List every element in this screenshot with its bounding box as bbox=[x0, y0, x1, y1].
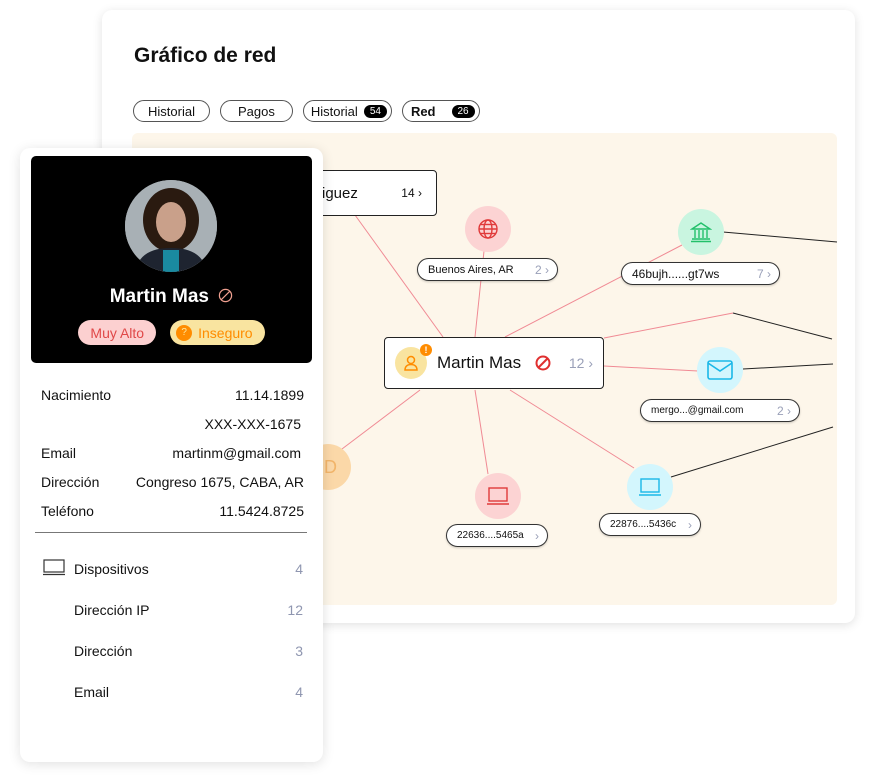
list-count: 12 bbox=[287, 601, 303, 618]
list-count: 4 bbox=[295, 683, 303, 700]
pill-count: 7 › bbox=[756, 266, 771, 281]
globe-node[interactable] bbox=[465, 206, 511, 252]
node-pill-device-2[interactable]: 22876....5436c › bbox=[599, 513, 701, 536]
profile-fields: Nacimiento 11.14.1899 XXX-XXX-1675 Email m… bbox=[41, 380, 304, 525]
linked-entities-list: Dispositivos 4 Dirección IP 12 Dirección 3 … bbox=[42, 548, 303, 712]
edge bbox=[474, 389, 489, 475]
edge bbox=[732, 312, 833, 340]
list-label: Email bbox=[74, 683, 110, 700]
avatar bbox=[125, 180, 217, 272]
node-center-martin-mas[interactable]: ! Martin Mas 12 › bbox=[384, 337, 604, 389]
risk-badge: Muy Alto bbox=[78, 320, 157, 345]
edge bbox=[722, 231, 838, 243]
edge bbox=[670, 426, 834, 478]
node-pill-location[interactable]: Buenos Aires, AR 2 › bbox=[417, 258, 558, 281]
blocked-icon bbox=[535, 355, 551, 371]
field-row: Dirección Congreso 1675, CABA, AR bbox=[41, 473, 304, 490]
profile-name: Martin Mas bbox=[31, 286, 312, 308]
list-item-direccion[interactable]: Dirección 3 bbox=[42, 630, 303, 671]
alert-icon: ! bbox=[420, 344, 432, 356]
node-pill-device-1[interactable]: 22636....5465a › bbox=[446, 524, 548, 547]
pill-count: 2 › bbox=[776, 403, 791, 418]
bank-node[interactable] bbox=[678, 209, 724, 255]
node-count: 14 › bbox=[401, 186, 422, 200]
list-item-dispositivos[interactable]: Dispositivos 4 bbox=[42, 548, 303, 589]
edge bbox=[509, 389, 635, 469]
profile-card: Martin Mas Muy Alto ? Inseguro Nacimiento… bbox=[20, 148, 323, 762]
edge bbox=[603, 312, 734, 339]
node-label: Martin Mas bbox=[437, 353, 522, 372]
field-row: Email martinm@gmail.com bbox=[41, 444, 301, 461]
list-count: 3 bbox=[295, 642, 303, 659]
pill-label: 22636....5465a bbox=[457, 530, 524, 541]
field-row: Nacimiento 11.14.1899 bbox=[41, 386, 304, 403]
pill-count: 2 › bbox=[534, 262, 549, 277]
list-label: Dirección bbox=[74, 642, 133, 659]
mail-node[interactable] bbox=[697, 347, 743, 393]
list-item-email[interactable]: Email 4 bbox=[42, 671, 303, 712]
list-label: Dispositivos bbox=[74, 560, 149, 577]
laptop-icon bbox=[43, 559, 65, 576]
pill-chevron: › bbox=[535, 528, 539, 543]
bank-icon bbox=[690, 222, 712, 243]
node-pill-email[interactable]: mergo...@gmail.com 2 › bbox=[640, 399, 800, 422]
field-row: XXX-XXX-1675 bbox=[204, 415, 302, 432]
list-item-ip[interactable]: Dirección IP 12 bbox=[42, 589, 303, 630]
field-row: Teléfono 11.5424.8725 bbox=[41, 502, 304, 519]
pill-label: mergo...@gmail.com bbox=[651, 405, 744, 416]
list-count: 4 bbox=[295, 560, 303, 577]
blocked-icon bbox=[219, 288, 233, 303]
profile-header: Martin Mas Muy Alto ? Inseguro bbox=[31, 156, 312, 363]
node-label: riguez bbox=[317, 184, 358, 202]
user-icon: ! bbox=[395, 344, 432, 379]
node-count: 12 › bbox=[568, 355, 593, 371]
pill-chevron: › bbox=[688, 517, 692, 532]
edge bbox=[742, 363, 834, 370]
list-label: Dirección IP bbox=[74, 601, 150, 618]
edge bbox=[337, 389, 421, 453]
laptop-icon bbox=[639, 478, 661, 496]
question-icon: ? bbox=[176, 324, 193, 341]
security-badge: ? Inseguro bbox=[170, 320, 265, 345]
node-pill-account[interactable]: 46bujh......gt7ws 7 › bbox=[621, 262, 780, 285]
pill-label: 46bujh......gt7ws bbox=[632, 266, 720, 281]
edge bbox=[603, 365, 699, 372]
divider bbox=[35, 532, 307, 533]
device-node-2[interactable] bbox=[627, 464, 673, 510]
globe-icon bbox=[478, 219, 498, 239]
pill-label: Buenos Aires, AR bbox=[428, 263, 514, 276]
laptop-icon bbox=[487, 487, 509, 505]
pill-label: 22876....5436c bbox=[610, 519, 677, 530]
device-node-1[interactable] bbox=[475, 473, 521, 519]
mail-icon bbox=[707, 360, 733, 380]
